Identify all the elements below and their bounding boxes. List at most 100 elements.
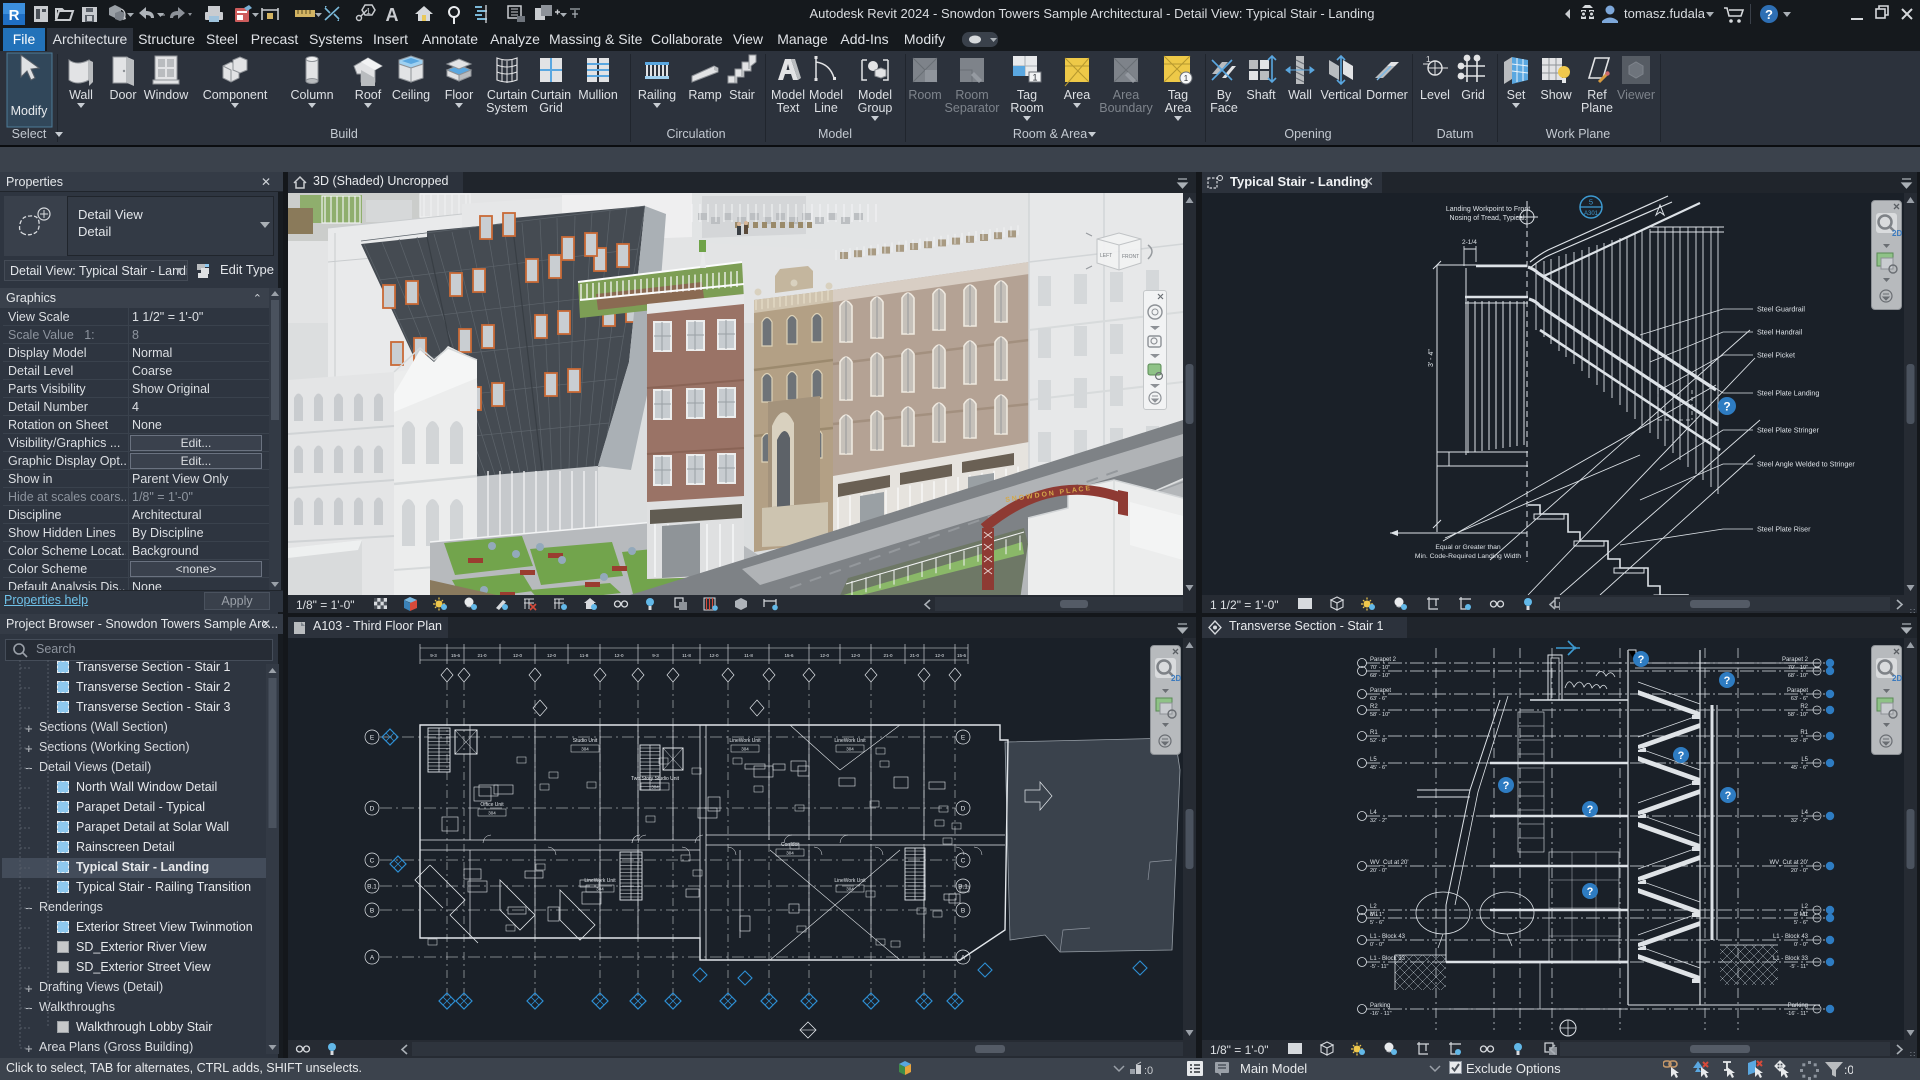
svg-text:Area: Area bbox=[1064, 88, 1090, 102]
svg-text:304: 304 bbox=[741, 747, 749, 752]
svg-text:L4: L4 bbox=[1370, 810, 1377, 816]
svg-text:304: 304 bbox=[846, 887, 854, 892]
svg-text:Dormer: Dormer bbox=[1366, 88, 1408, 102]
svg-text:63' - 6": 63' - 6" bbox=[1370, 696, 1387, 702]
svg-text:B.1: B.1 bbox=[958, 884, 968, 891]
svg-text:11-8: 11-8 bbox=[580, 653, 589, 658]
svg-text:?: ? bbox=[1765, 7, 1773, 22]
svg-text:304: 304 bbox=[846, 747, 854, 752]
svg-text:Wall: Wall bbox=[69, 88, 93, 102]
svg-text:Mullion: Mullion bbox=[578, 88, 618, 102]
svg-text:Parapet 2: Parapet 2 bbox=[1782, 657, 1809, 663]
svg-text:1: 1 bbox=[1032, 73, 1037, 83]
svg-text:Column: Column bbox=[290, 88, 333, 102]
svg-text:R2: R2 bbox=[1800, 704, 1808, 710]
svg-text:12-0: 12-0 bbox=[614, 653, 624, 658]
svg-text:A: A bbox=[370, 955, 375, 962]
svg-text:Office Unit: Office Unit bbox=[480, 802, 504, 808]
svg-text:Opening: Opening bbox=[1284, 127, 1331, 141]
svg-text:WV_Cut at 20': WV_Cut at 20' bbox=[1370, 860, 1409, 866]
svg-text:Model: Model bbox=[858, 88, 892, 102]
svg-text:Steel Plate Stringer: Steel Plate Stringer bbox=[1757, 426, 1820, 435]
svg-text:70' - 10": 70' - 10" bbox=[1370, 665, 1390, 671]
svg-text:20' - 0": 20' - 0" bbox=[1370, 868, 1387, 874]
svg-text:Steel Plate Riser: Steel Plate Riser bbox=[1757, 525, 1811, 534]
svg-text:System: System bbox=[486, 101, 528, 115]
svg-text:Grid: Grid bbox=[1461, 88, 1485, 102]
svg-text:Model: Model bbox=[809, 88, 843, 102]
svg-text:15-6: 15-6 bbox=[451, 653, 461, 658]
svg-text:Roof: Roof bbox=[355, 88, 382, 102]
svg-text:2-1/4: 2-1/4 bbox=[1462, 239, 1477, 246]
svg-text:Curtain: Curtain bbox=[531, 88, 571, 102]
svg-text:Room: Room bbox=[955, 88, 988, 102]
svg-text:68' - 10": 68' - 10" bbox=[1370, 673, 1390, 679]
svg-text:9-3: 9-3 bbox=[430, 653, 437, 658]
svg-text:304: 304 bbox=[488, 811, 496, 816]
svg-text:Railing: Railing bbox=[638, 88, 676, 102]
svg-text:Tag: Tag bbox=[1017, 88, 1037, 102]
svg-text:-5' - 11": -5' - 11" bbox=[1370, 964, 1389, 970]
svg-text:B: B bbox=[370, 908, 374, 915]
svg-text:63' - 6": 63' - 6" bbox=[1791, 696, 1808, 702]
svg-text:L5: L5 bbox=[1801, 757, 1808, 763]
svg-text:E: E bbox=[370, 735, 375, 742]
svg-text:L1 - Block 33: L1 - Block 33 bbox=[1773, 956, 1809, 962]
svg-text:?: ? bbox=[1724, 675, 1731, 687]
svg-text:LEFT: LEFT bbox=[1100, 253, 1112, 259]
svg-text:Curtain: Curtain bbox=[487, 88, 527, 102]
svg-text:Show: Show bbox=[1540, 88, 1572, 102]
svg-text:Landing Workpoint to Front: Landing Workpoint to Front bbox=[1446, 206, 1530, 213]
svg-text:Plane: Plane bbox=[1581, 101, 1613, 115]
svg-text:304: 304 bbox=[786, 851, 794, 856]
svg-text:R2: R2 bbox=[1370, 704, 1378, 710]
svg-text:-16' - 11": -16' - 11" bbox=[1786, 1011, 1808, 1017]
svg-text:Set: Set bbox=[1507, 88, 1526, 102]
svg-text:Window: Window bbox=[144, 88, 189, 102]
svg-text:Shaft: Shaft bbox=[1246, 88, 1276, 102]
svg-text:L5: L5 bbox=[1370, 757, 1377, 763]
svg-text:L1 - Block 43: L1 - Block 43 bbox=[1370, 934, 1406, 940]
svg-text:A301: A301 bbox=[1584, 211, 1599, 217]
svg-text:Nosing of Tread, Typical.: Nosing of Tread, Typical. bbox=[1450, 215, 1527, 222]
svg-text:Grid: Grid bbox=[539, 101, 563, 115]
svg-text:Select: Select bbox=[12, 127, 47, 141]
svg-text:Face: Face bbox=[1210, 101, 1238, 115]
svg-text:Floor: Floor bbox=[445, 88, 473, 102]
svg-text:Viewer: Viewer bbox=[1617, 88, 1655, 102]
svg-text:C: C bbox=[961, 858, 966, 865]
svg-text:Parking: Parking bbox=[1788, 1003, 1808, 1009]
svg-text:Equal or Greater than: Equal or Greater than bbox=[1435, 544, 1501, 551]
svg-text:?: ? bbox=[1678, 750, 1685, 762]
svg-text:0' - 0": 0' - 0" bbox=[1370, 942, 1384, 948]
svg-text:45' - 6": 45' - 6" bbox=[1370, 765, 1387, 771]
svg-text:304: 304 bbox=[651, 785, 659, 790]
svg-text:Room: Room bbox=[908, 88, 941, 102]
svg-text:32' - 2": 32' - 2" bbox=[1370, 818, 1387, 824]
svg-text::0: :0 bbox=[1844, 1063, 1853, 1077]
svg-text:1: 1 bbox=[1426, 55, 1431, 64]
svg-text:5: 5 bbox=[1589, 198, 1593, 207]
svg-text:-16' - 11": -16' - 11" bbox=[1370, 1011, 1392, 1017]
svg-text:32' - 2": 32' - 2" bbox=[1791, 818, 1808, 824]
svg-text:15-6: 15-6 bbox=[784, 653, 794, 658]
svg-text:R1: R1 bbox=[1800, 730, 1808, 736]
svg-text:3' - 4": 3' - 4" bbox=[1428, 349, 1435, 367]
svg-text:LineWork Unit: LineWork Unit bbox=[834, 738, 866, 744]
svg-text:By: By bbox=[1217, 88, 1232, 102]
svg-text:FRONT: FRONT bbox=[1122, 254, 1139, 260]
svg-text:304: 304 bbox=[581, 747, 589, 752]
svg-text:E: E bbox=[961, 735, 966, 742]
svg-text:12-0: 12-0 bbox=[513, 653, 523, 658]
svg-text:B.1: B.1 bbox=[367, 884, 377, 891]
svg-text:45' - 6": 45' - 6" bbox=[1791, 765, 1808, 771]
svg-text:52' - 8": 52' - 8" bbox=[1370, 738, 1387, 744]
svg-text:?: ? bbox=[1638, 654, 1645, 666]
svg-text:L2: L2 bbox=[1801, 904, 1808, 910]
svg-text:Tag: Tag bbox=[1168, 88, 1188, 102]
svg-text:R: R bbox=[9, 7, 20, 24]
svg-text:Studio Unit: Studio Unit bbox=[573, 738, 598, 744]
svg-text:Component: Component bbox=[203, 88, 268, 102]
svg-text:Parapet 2: Parapet 2 bbox=[1370, 657, 1397, 663]
svg-text:12-0: 12-0 bbox=[820, 653, 830, 658]
